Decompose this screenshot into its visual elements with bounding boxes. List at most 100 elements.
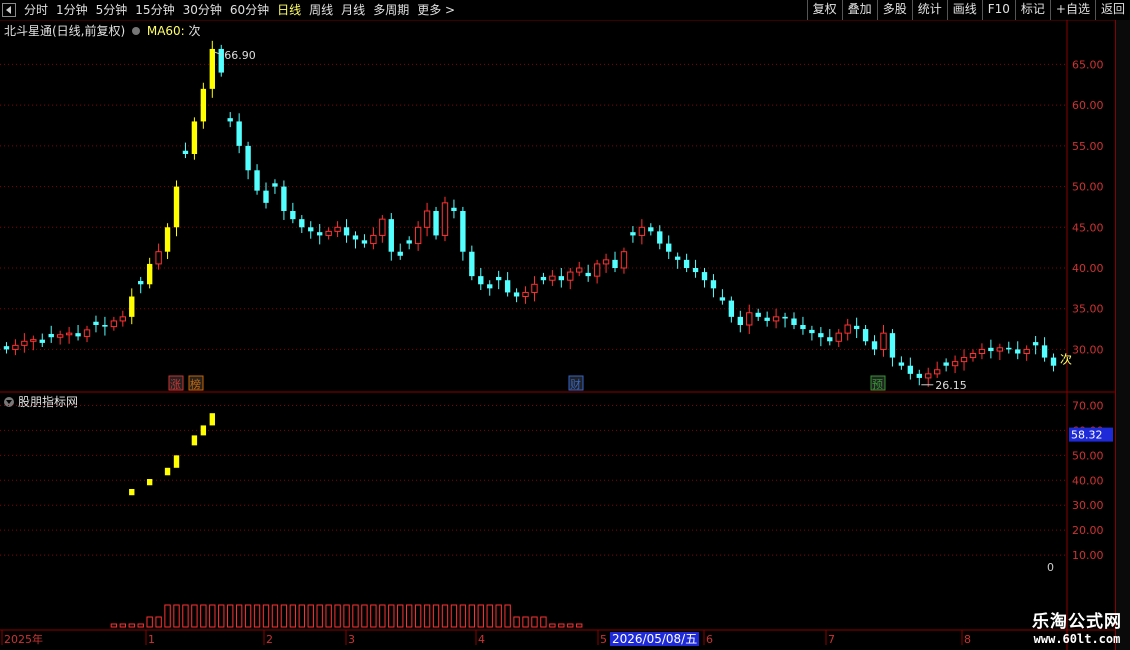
volume-bar (558, 623, 565, 628)
candle-body (93, 321, 99, 325)
candle-body (710, 280, 717, 289)
toolbar-button-3[interactable]: 统计 (911, 0, 947, 20)
toolbar-button-0[interactable]: 复权 (806, 0, 842, 20)
volume-bar (540, 616, 547, 628)
candle-body (800, 325, 806, 330)
volume-bar (370, 604, 377, 628)
candle-body (200, 88, 207, 122)
candle-body (48, 333, 54, 338)
volume-bar (531, 616, 538, 628)
candle-body (540, 276, 547, 281)
indicator-bar (191, 435, 198, 446)
date-tick-label: 2025年 (4, 632, 43, 646)
candle-body (809, 329, 815, 334)
back-arrow-icon[interactable] (2, 3, 16, 17)
candle-body (129, 296, 135, 317)
period-tab-10[interactable]: 更多 > (413, 0, 459, 20)
kline-chart[interactable]: 65.00 60.00 55.00 50.00 45.00 40.00 35.00 30.00… (0, 20, 1116, 650)
candle-body (943, 362, 949, 366)
candle-body (361, 240, 368, 244)
candle-body (764, 317, 770, 321)
volume-bar (173, 604, 180, 628)
low-label: 26.15 (935, 379, 967, 392)
period-tab-0[interactable]: 分时 (20, 0, 52, 20)
period-tab-3[interactable]: 15分钟 (131, 0, 178, 20)
toolbar-button-1[interactable]: 叠加 (841, 0, 877, 20)
candle-body (630, 232, 636, 236)
candle-body (1050, 357, 1057, 366)
period-tab-2[interactable]: 5分钟 (92, 0, 132, 20)
date-tick-label: 6 (706, 633, 713, 646)
candle-body (254, 170, 260, 191)
indicator-current-value: 58.32 (1071, 429, 1103, 442)
candle-body (397, 251, 403, 256)
event-marker-label: 财 (570, 377, 581, 391)
candle-body (755, 312, 761, 317)
volume-bar (423, 604, 431, 628)
candle-body (612, 259, 618, 268)
candle-body (1023, 348, 1030, 354)
candle-body (701, 272, 708, 281)
candle-body (988, 347, 994, 352)
candle-body (576, 267, 583, 273)
period-tab-7[interactable]: 周线 (305, 0, 337, 20)
candle-body (835, 332, 842, 342)
indicator-tick-label: 20.00 (1072, 524, 1104, 537)
candle-body (478, 276, 484, 285)
candle-body (737, 316, 743, 325)
candle-body (907, 365, 914, 374)
candle-body (728, 300, 735, 317)
candle-body (1041, 345, 1048, 358)
candle-body (406, 240, 412, 244)
volume-bar (549, 623, 556, 628)
candle-body (531, 283, 538, 293)
indicator-bar (129, 488, 135, 496)
candle-body (558, 276, 565, 281)
candle-body (593, 263, 601, 277)
date-tick-label: 3 (348, 633, 355, 646)
indicator-tick-label: 40.00 (1072, 474, 1104, 487)
event-marker-label: 榜 (190, 377, 201, 391)
toolbar-button-5[interactable]: F10 (981, 0, 1015, 20)
toolbar-button-4[interactable]: 画线 (946, 0, 982, 20)
candle-body (889, 333, 896, 358)
high-label: 66.90 (224, 49, 256, 62)
candle-body (925, 373, 932, 379)
candle-body (317, 232, 323, 236)
volume-bar (191, 604, 198, 628)
candle-body (620, 251, 628, 269)
toolbar-button-6[interactable]: 标记 (1014, 0, 1050, 20)
price-tick-label: 65.00 (1072, 58, 1104, 71)
volume-bar (262, 604, 270, 628)
volume-bar (406, 604, 413, 628)
candle-body (602, 259, 610, 265)
period-tab-4[interactable]: 30分钟 (179, 0, 226, 20)
period-tab-8[interactable]: 月线 (337, 0, 369, 20)
candle-body (782, 316, 788, 319)
candle-body (916, 373, 922, 378)
period-tab-6[interactable]: 日线 (273, 0, 305, 20)
watermark: 乐淘公式网 www.60lt.com (1032, 607, 1122, 646)
date-axis: 2025年 1 2 3 4 5 6 7 8 (1, 630, 971, 646)
period-tab-5[interactable]: 60分钟 (226, 0, 273, 20)
candle-body (638, 226, 646, 236)
toolbar-button-8[interactable]: 返回 (1094, 0, 1130, 20)
candle-body (585, 272, 591, 277)
candle-body (827, 337, 833, 342)
candle-body (75, 333, 81, 337)
volume-bar (441, 604, 449, 628)
price-axis: 65.00 60.00 55.00 50.00 45.00 40.00 35.00 30.00 (1072, 58, 1104, 356)
period-tab-1[interactable]: 1分钟 (52, 0, 92, 20)
volume-bar (459, 604, 467, 628)
candle-body (504, 280, 511, 293)
toolbar-button-2[interactable]: 多股 (876, 0, 912, 20)
candle-body (119, 316, 126, 322)
candle-body (853, 325, 860, 330)
toolbar-button-7[interactable]: +自选 (1049, 0, 1095, 20)
date-tick-label: 2 (266, 633, 273, 646)
candle-body (469, 251, 475, 277)
volume-bar (567, 623, 574, 628)
volume-bar (397, 604, 404, 628)
candle-body (290, 211, 296, 220)
period-tab-9[interactable]: 多周期 (369, 0, 413, 20)
